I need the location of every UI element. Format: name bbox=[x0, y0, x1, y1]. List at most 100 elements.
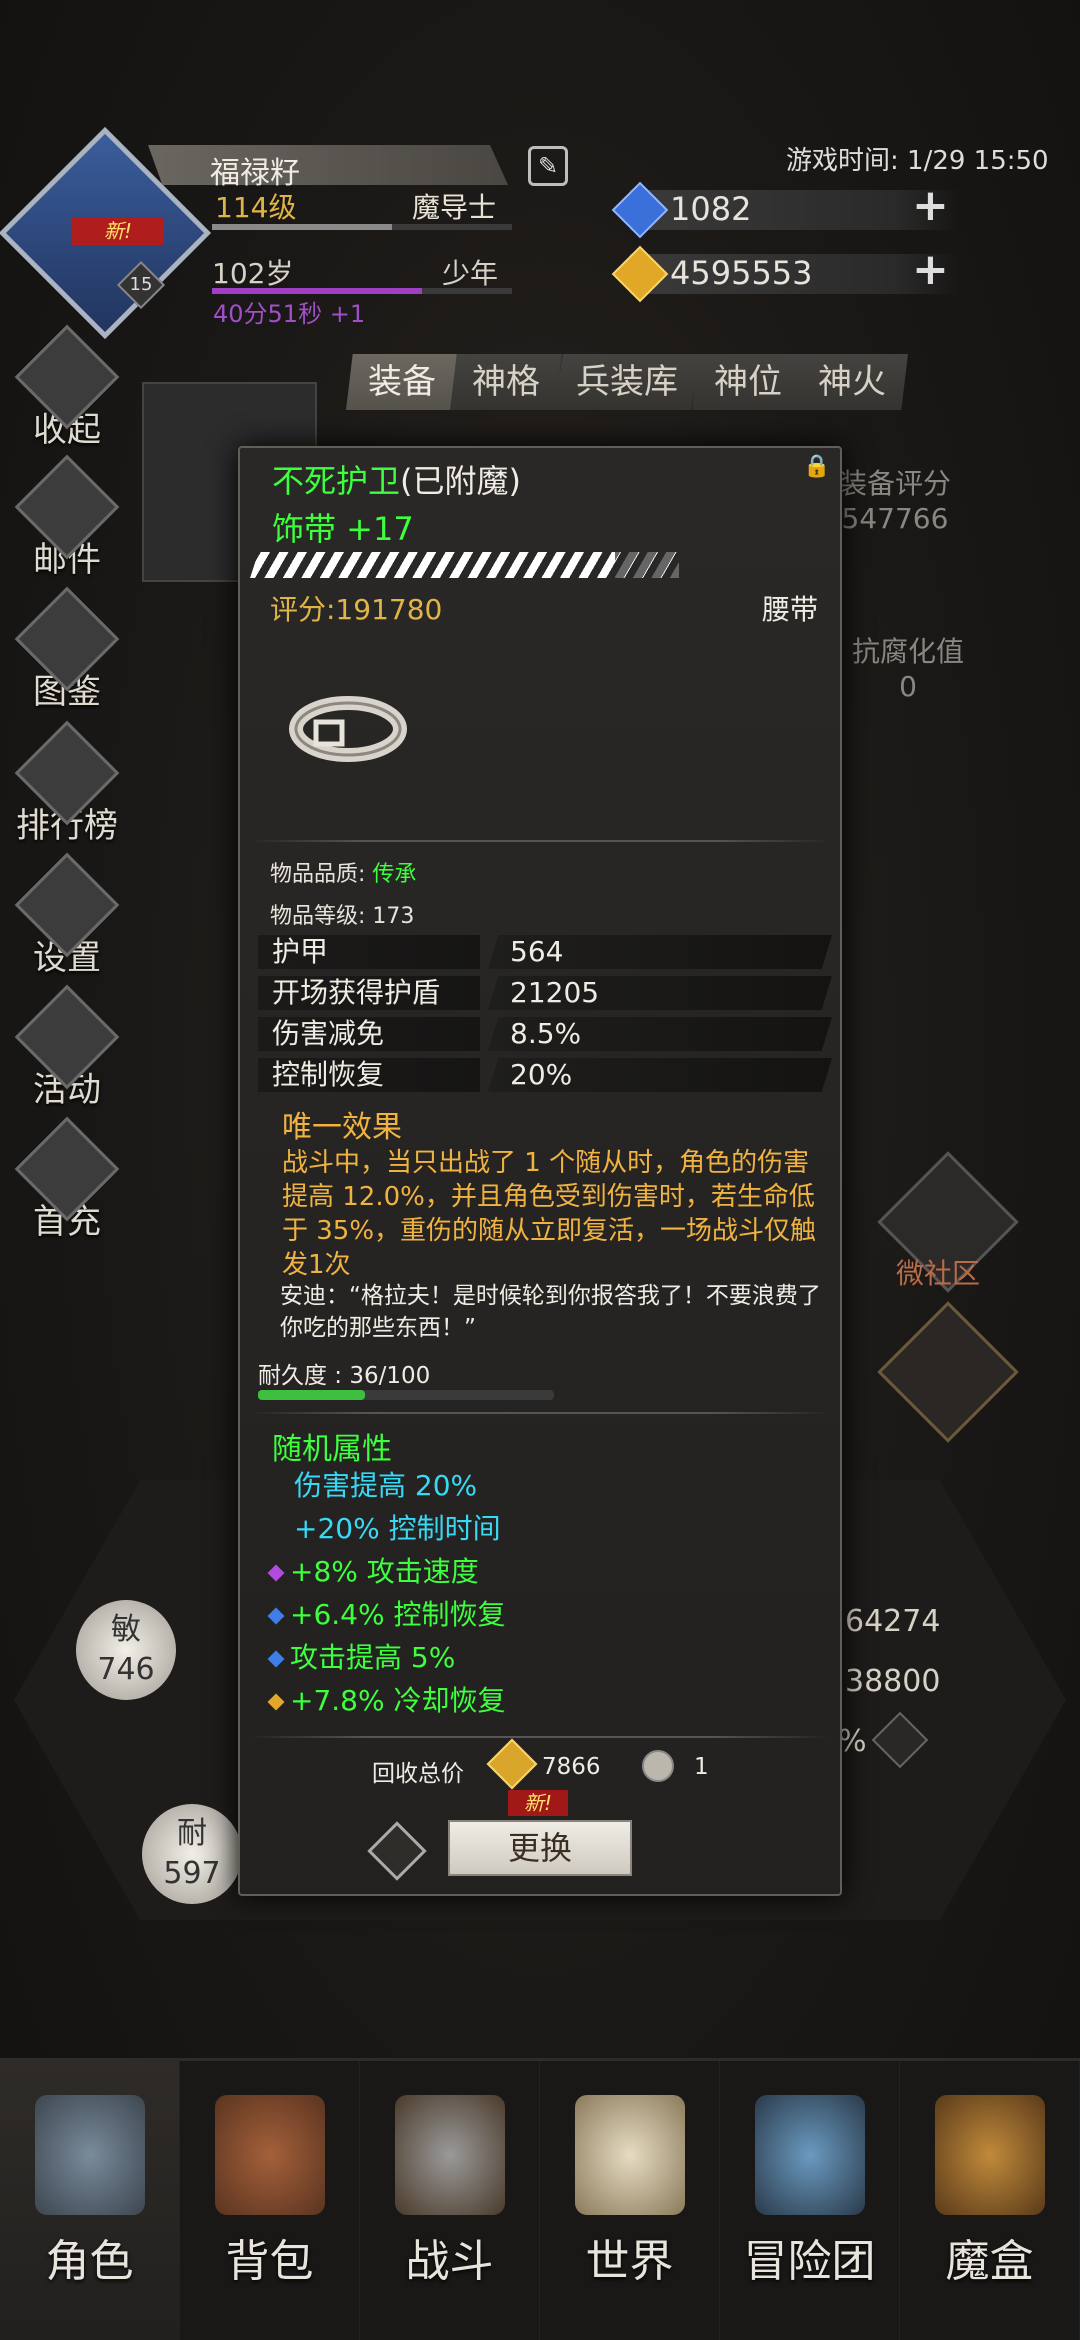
name-bar bbox=[148, 145, 508, 185]
xp-bar bbox=[212, 224, 512, 230]
unique-effect-desc: 战斗中，当只出战了 1 个随从时，角色的伤害提高 12.0%，并且角色受到伤害时… bbox=[282, 1148, 817, 1280]
player-class: 魔导士 bbox=[412, 191, 497, 224]
tab-divinity[interactable]: 神格 bbox=[450, 354, 562, 410]
age-timer: 40分51秒 +1 bbox=[213, 300, 366, 328]
recycle-label: 回收总价 bbox=[372, 1761, 464, 1787]
tab-god-rank[interactable]: 神位 bbox=[692, 354, 804, 410]
castle-icon bbox=[754, 2095, 865, 2215]
item-name-text: 不死护卫 bbox=[272, 462, 401, 500]
nav-label: 冒险团 bbox=[743, 2236, 876, 2287]
stat-name: 开场获得护盾 bbox=[258, 976, 480, 1010]
purple-gem-icon bbox=[267, 1564, 285, 1582]
blue-gem-icon bbox=[267, 1607, 285, 1625]
nav-character[interactable]: 角色 bbox=[0, 2061, 180, 2340]
add-blue-gem-button[interactable]: + bbox=[912, 180, 949, 231]
nav-label: 世界 bbox=[585, 2236, 674, 2287]
stat-value: 8.5% bbox=[488, 1017, 832, 1051]
item-quote: 安迪：“格拉夫！是时候轮到你报答我了！不要浪费了你吃的那些东西！” bbox=[280, 1283, 821, 1341]
stat-value: 564 bbox=[488, 935, 832, 969]
stat-name: 伤害减免 bbox=[258, 1017, 480, 1051]
random-attr-text: +7.8% 冷却恢复 bbox=[290, 1684, 506, 1717]
stat-value: 20% bbox=[488, 1058, 832, 1092]
blue-gem-icon bbox=[267, 1650, 285, 1668]
random-attr: 伤害提高 20% bbox=[294, 1469, 478, 1502]
sidebar-item-first-charge[interactable]: 首充 bbox=[12, 1116, 122, 1243]
nav-label: 战斗 bbox=[405, 2236, 494, 2287]
nav-label: 魔盒 bbox=[945, 2236, 1034, 2287]
stat-name: 护甲 bbox=[258, 935, 480, 969]
item-score: 评分:191780 bbox=[270, 593, 443, 626]
gear-score-label: 装备评分 bbox=[838, 467, 951, 500]
scroll-map-icon bbox=[574, 2095, 685, 2215]
avatar-level-text: 15 bbox=[129, 274, 153, 295]
nav-guild[interactable]: 冒险团 bbox=[720, 2061, 900, 2340]
random-attr-text: +8% 攻击速度 bbox=[290, 1555, 479, 1588]
tab-equipment[interactable]: 装备 bbox=[346, 354, 458, 410]
player-age: 102岁 bbox=[212, 257, 294, 290]
panel-stat-3: % bbox=[838, 1724, 867, 1759]
nav-world[interactable]: 世界 bbox=[540, 2061, 720, 2340]
durability-bar bbox=[258, 1390, 554, 1400]
sidebar-item-events[interactable]: 活动 bbox=[12, 984, 122, 1111]
shard-icon bbox=[642, 1750, 674, 1782]
item-quality: 物品品质: 传承 bbox=[270, 856, 416, 888]
endurance-badge: 耐 597 bbox=[142, 1804, 242, 1904]
stat-row: 护甲 564 bbox=[258, 934, 832, 970]
new-badge: 新! bbox=[508, 1790, 568, 1816]
random-attr: 攻击提高 5% bbox=[267, 1636, 455, 1676]
stat-row: 伤害减免 8.5% bbox=[258, 1016, 832, 1052]
item-name: 不死护卫(已附魔) bbox=[272, 456, 521, 502]
gold-gem-icon bbox=[267, 1693, 285, 1711]
agility-badge: 敏 746 bbox=[76, 1600, 176, 1700]
nav-label: 背包 bbox=[225, 2236, 314, 2287]
nav-magic-box[interactable]: 魔盒 bbox=[900, 2061, 1080, 2340]
gear-score-value: 547766 bbox=[841, 502, 949, 535]
item-quality-label: 物品品质: bbox=[270, 862, 373, 887]
nav-backpack[interactable]: 背包 bbox=[180, 2061, 360, 2340]
bottom-nav: 角色 背包 战斗 世界 冒险团 魔盒 bbox=[0, 2058, 1080, 2340]
sidebar-item-settings[interactable]: 设置 bbox=[12, 852, 122, 979]
stat-name: 控制恢复 bbox=[258, 1058, 480, 1092]
random-attr-text: +6.4% 控制恢复 bbox=[290, 1598, 506, 1631]
add-gold-gem-button[interactable]: + bbox=[912, 244, 949, 295]
new-tag: 新! bbox=[72, 217, 164, 245]
stat-row: 控制恢复 20% bbox=[258, 1057, 832, 1093]
helmet-icon bbox=[34, 2095, 145, 2215]
tab-god-fire[interactable]: 神火 bbox=[796, 354, 908, 410]
item-quality-value: 传承 bbox=[372, 862, 417, 887]
stat-value: 21205 bbox=[488, 976, 832, 1010]
recycle-shard-value: 1 bbox=[694, 1754, 709, 1780]
agility-label: 敏 bbox=[111, 1612, 141, 1647]
nav-battle[interactable]: 战斗 bbox=[360, 2061, 540, 2340]
recycle-gold-value: 7866 bbox=[542, 1754, 601, 1780]
sword-shield-icon bbox=[394, 2095, 505, 2215]
backpack-icon bbox=[214, 2095, 325, 2215]
belt-icon bbox=[289, 696, 407, 762]
panel-stat-1: 64274 bbox=[845, 1604, 941, 1639]
player-level: 114级 bbox=[215, 191, 297, 224]
item-type: 饰带 +17 bbox=[272, 510, 414, 548]
anti-corruption-value: 0 bbox=[899, 670, 917, 703]
random-attr: +8% 攻击速度 bbox=[267, 1550, 479, 1590]
sidebar-item-codex[interactable]: 图鉴 bbox=[12, 586, 122, 713]
item-slot: 腰带 bbox=[762, 593, 819, 626]
stat-row: 开场获得护盾 21205 bbox=[258, 975, 832, 1011]
sidebar-item-ranking[interactable]: 排行榜 bbox=[12, 720, 122, 847]
panel-stat-2: 38800 bbox=[845, 1664, 941, 1699]
swap-button[interactable]: 更换 bbox=[448, 1820, 632, 1876]
anti-corruption: 抗腐化值 0 bbox=[838, 630, 978, 703]
lock-icon[interactable]: 🔒 bbox=[802, 454, 832, 484]
unique-effect-title: 唯一效果 bbox=[282, 1110, 402, 1145]
sidebar-item-mail[interactable]: 邮件 bbox=[12, 454, 122, 581]
divider bbox=[250, 1736, 830, 1738]
sidebar-item-collapse[interactable]: 收起 bbox=[12, 324, 122, 451]
random-attr: +7.8% 冷却恢复 bbox=[267, 1679, 506, 1719]
durability-label: 耐久度 : 36/100 bbox=[258, 1363, 431, 1389]
divider bbox=[250, 1412, 830, 1414]
community-label: 微社区 bbox=[896, 1257, 981, 1290]
nav-label: 角色 bbox=[45, 2236, 134, 2287]
tab-armory[interactable]: 兵装库 bbox=[554, 354, 700, 410]
magic-box-icon bbox=[934, 2095, 1045, 2215]
divider bbox=[250, 840, 830, 842]
edit-name-icon[interactable]: ✎ bbox=[528, 146, 568, 186]
